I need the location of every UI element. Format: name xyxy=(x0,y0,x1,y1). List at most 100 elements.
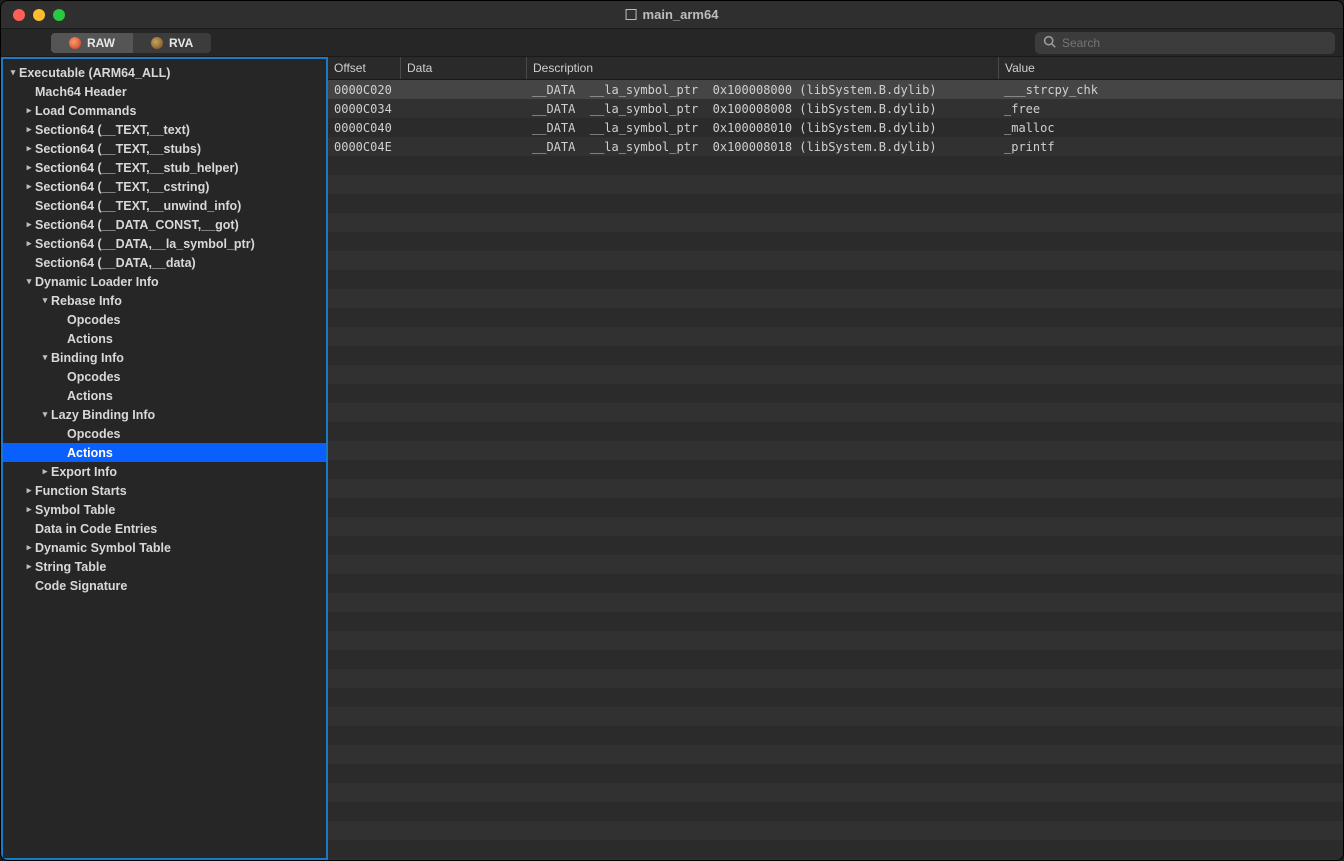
tree-item[interactable]: Section64 (__DATA,__data) xyxy=(3,253,326,272)
table-row[interactable]: 0000C04E __DATA __la_symbol_ptr 0x1000080… xyxy=(328,137,1343,156)
tree-item[interactable]: Data in Code Entries xyxy=(3,519,326,538)
tree-item-label: Rebase Info xyxy=(51,294,122,308)
chevron-down-icon[interactable]: ▾ xyxy=(39,295,51,306)
table-row[interactable]: 0000C020__DATA __la_symbol_ptr 0x1000080… xyxy=(328,80,1343,99)
tree-item[interactable]: ▾Rebase Info xyxy=(3,291,326,310)
tree-item-label: Mach64 Header xyxy=(35,85,127,99)
tree-item[interactable]: ▸Load Commands xyxy=(3,101,326,120)
col-header-description[interactable]: Description xyxy=(526,57,998,79)
chevron-right-icon[interactable]: ▸ xyxy=(23,561,35,572)
tree-item-label: Opcodes xyxy=(67,370,121,384)
tree-item[interactable]: ▸Section64 (__DATA_CONST,__got) xyxy=(3,215,326,234)
chevron-right-icon[interactable]: ▸ xyxy=(23,238,35,249)
tree-item-label: Binding Info xyxy=(51,351,124,365)
chevron-right-icon[interactable]: ▸ xyxy=(23,105,35,116)
tree-item-label: Actions xyxy=(67,332,113,346)
tree-item[interactable]: ▸Section64 (__DATA,__la_symbol_ptr) xyxy=(3,234,326,253)
cell-offset: 0000C04E xyxy=(328,140,400,154)
tree-item-label: Section64 (__TEXT,__unwind_info) xyxy=(35,199,241,213)
cell-value: ___strcpy_chk xyxy=(998,83,1343,97)
tree-item-label: Code Signature xyxy=(35,579,127,593)
tree-item-label: Section64 (__TEXT,__cstring) xyxy=(35,180,209,194)
tree-item-label: Dynamic Symbol Table xyxy=(35,541,171,555)
tree-item[interactable]: Actions xyxy=(3,386,326,405)
col-header-offset[interactable]: Offset xyxy=(328,57,400,79)
cell-offset: 0000C040 xyxy=(328,121,400,135)
tree-item-label: Section64 (__TEXT,__text) xyxy=(35,123,190,137)
table-body[interactable]: 0000C020__DATA __la_symbol_ptr 0x1000080… xyxy=(328,80,1343,860)
tree-item[interactable]: ▸Section64 (__TEXT,__stubs) xyxy=(3,139,326,158)
tree-item[interactable]: ▸Section64 (__TEXT,__cstring) xyxy=(3,177,326,196)
minimize-icon[interactable] xyxy=(33,9,45,21)
tree-item[interactable]: ▸Dynamic Symbol Table xyxy=(3,538,326,557)
tree-item[interactable]: Actions xyxy=(3,443,326,462)
tree-item[interactable]: ▸Section64 (__TEXT,__stub_helper) xyxy=(3,158,326,177)
tree-item-label: Section64 (__TEXT,__stubs) xyxy=(35,142,201,156)
tree-item-label: Section64 (__DATA,__data) xyxy=(35,256,196,270)
search-box[interactable] xyxy=(1035,32,1335,54)
app-window: main_arm64 RAW RVA ▾Executable (ARM64_AL… xyxy=(0,0,1344,861)
tree-item[interactable]: ▸String Table xyxy=(3,557,326,576)
tree-item[interactable]: Actions xyxy=(3,329,326,348)
chevron-right-icon[interactable]: ▸ xyxy=(23,542,35,553)
cell-value: _printf xyxy=(998,140,1343,154)
window-title: main_arm64 xyxy=(626,7,719,22)
search-icon xyxy=(1043,35,1056,51)
tree-item-label: Opcodes xyxy=(67,313,121,327)
chevron-down-icon[interactable]: ▾ xyxy=(39,352,51,363)
tree-item[interactable]: ▸Symbol Table xyxy=(3,500,326,519)
titlebar: main_arm64 xyxy=(1,1,1343,29)
cell-value: _free xyxy=(998,102,1343,116)
tree-item[interactable]: ▸Export Info xyxy=(3,462,326,481)
table-header: Offset Data Description Value xyxy=(328,57,1343,80)
main-panel: Offset Data Description Value 0000C020__… xyxy=(328,57,1343,860)
zoom-icon[interactable] xyxy=(53,9,65,21)
tree-item[interactable]: Opcodes xyxy=(3,424,326,443)
table-row[interactable]: 0000C040 __DATA __la_symbol_ptr 0x1000080… xyxy=(328,118,1343,137)
cell-description: __DATA __la_symbol_ptr 0x100008010 (libS… xyxy=(526,121,998,135)
tree-item[interactable]: Opcodes xyxy=(3,310,326,329)
tree-item-label: Data in Code Entries xyxy=(35,522,157,536)
sidebar-tree[interactable]: ▾Executable (ARM64_ALL) Mach64 Header ▸Loa… xyxy=(1,57,328,860)
tree-item-label: Opcodes xyxy=(67,427,121,441)
col-header-data[interactable]: Data xyxy=(400,57,526,79)
chevron-down-icon[interactable]: ▾ xyxy=(23,276,35,287)
tree-item-label: Lazy Binding Info xyxy=(51,408,155,422)
table-row[interactable]: 0000C034__DATA __la_symbol_ptr 0x1000080… xyxy=(328,99,1343,118)
tree-item[interactable]: Mach64 Header xyxy=(3,82,326,101)
tree-item-label: Section64 (__TEXT,__stub_helper) xyxy=(35,161,239,175)
tree-item[interactable]: ▾Dynamic Loader Info xyxy=(3,272,326,291)
close-icon[interactable] xyxy=(13,9,25,21)
tree-item[interactable]: Section64 (__TEXT,__unwind_info) xyxy=(3,196,326,215)
tree-item[interactable]: Opcodes xyxy=(3,367,326,386)
chevron-right-icon[interactable]: ▸ xyxy=(23,485,35,496)
tree-item[interactable]: ▸Function Starts xyxy=(3,481,326,500)
cell-offset: 0000C034 xyxy=(328,102,400,116)
body: ▾Executable (ARM64_ALL) Mach64 Header ▸Loa… xyxy=(1,57,1343,860)
col-header-value[interactable]: Value xyxy=(998,57,1343,79)
tree-item[interactable]: ▸Section64 (__TEXT,__text) xyxy=(3,120,326,139)
chevron-down-icon[interactable]: ▾ xyxy=(39,409,51,420)
chevron-right-icon[interactable]: ▸ xyxy=(23,124,35,135)
chevron-right-icon[interactable]: ▸ xyxy=(23,181,35,192)
tab-raw[interactable]: RAW xyxy=(51,33,133,53)
view-mode-segmented: RAW RVA xyxy=(51,33,211,53)
chevron-down-icon[interactable]: ▾ xyxy=(7,67,19,78)
chevron-right-icon[interactable]: ▸ xyxy=(39,466,51,477)
tree-item-label: Export Info xyxy=(51,465,117,479)
chevron-right-icon[interactable]: ▸ xyxy=(23,162,35,173)
tab-rva-label: RVA xyxy=(169,36,193,50)
cell-description: __DATA __la_symbol_ptr 0x100008000 (libS… xyxy=(526,83,998,97)
tree-item-label: Dynamic Loader Info xyxy=(35,275,159,289)
chevron-right-icon[interactable]: ▸ xyxy=(23,504,35,515)
tab-rva[interactable]: RVA xyxy=(133,33,211,53)
cell-description: __DATA __la_symbol_ptr 0x100008018 (libS… xyxy=(526,140,998,154)
chevron-right-icon[interactable]: ▸ xyxy=(23,219,35,230)
search-input[interactable] xyxy=(1062,36,1327,50)
tree-item[interactable]: ▾Binding Info xyxy=(3,348,326,367)
tree-item[interactable]: Code Signature xyxy=(3,576,326,595)
chevron-right-icon[interactable]: ▸ xyxy=(23,143,35,154)
tree-item[interactable]: ▾Executable (ARM64_ALL) xyxy=(3,63,326,82)
tree-item-label: Actions xyxy=(67,446,113,460)
tree-item[interactable]: ▾Lazy Binding Info xyxy=(3,405,326,424)
